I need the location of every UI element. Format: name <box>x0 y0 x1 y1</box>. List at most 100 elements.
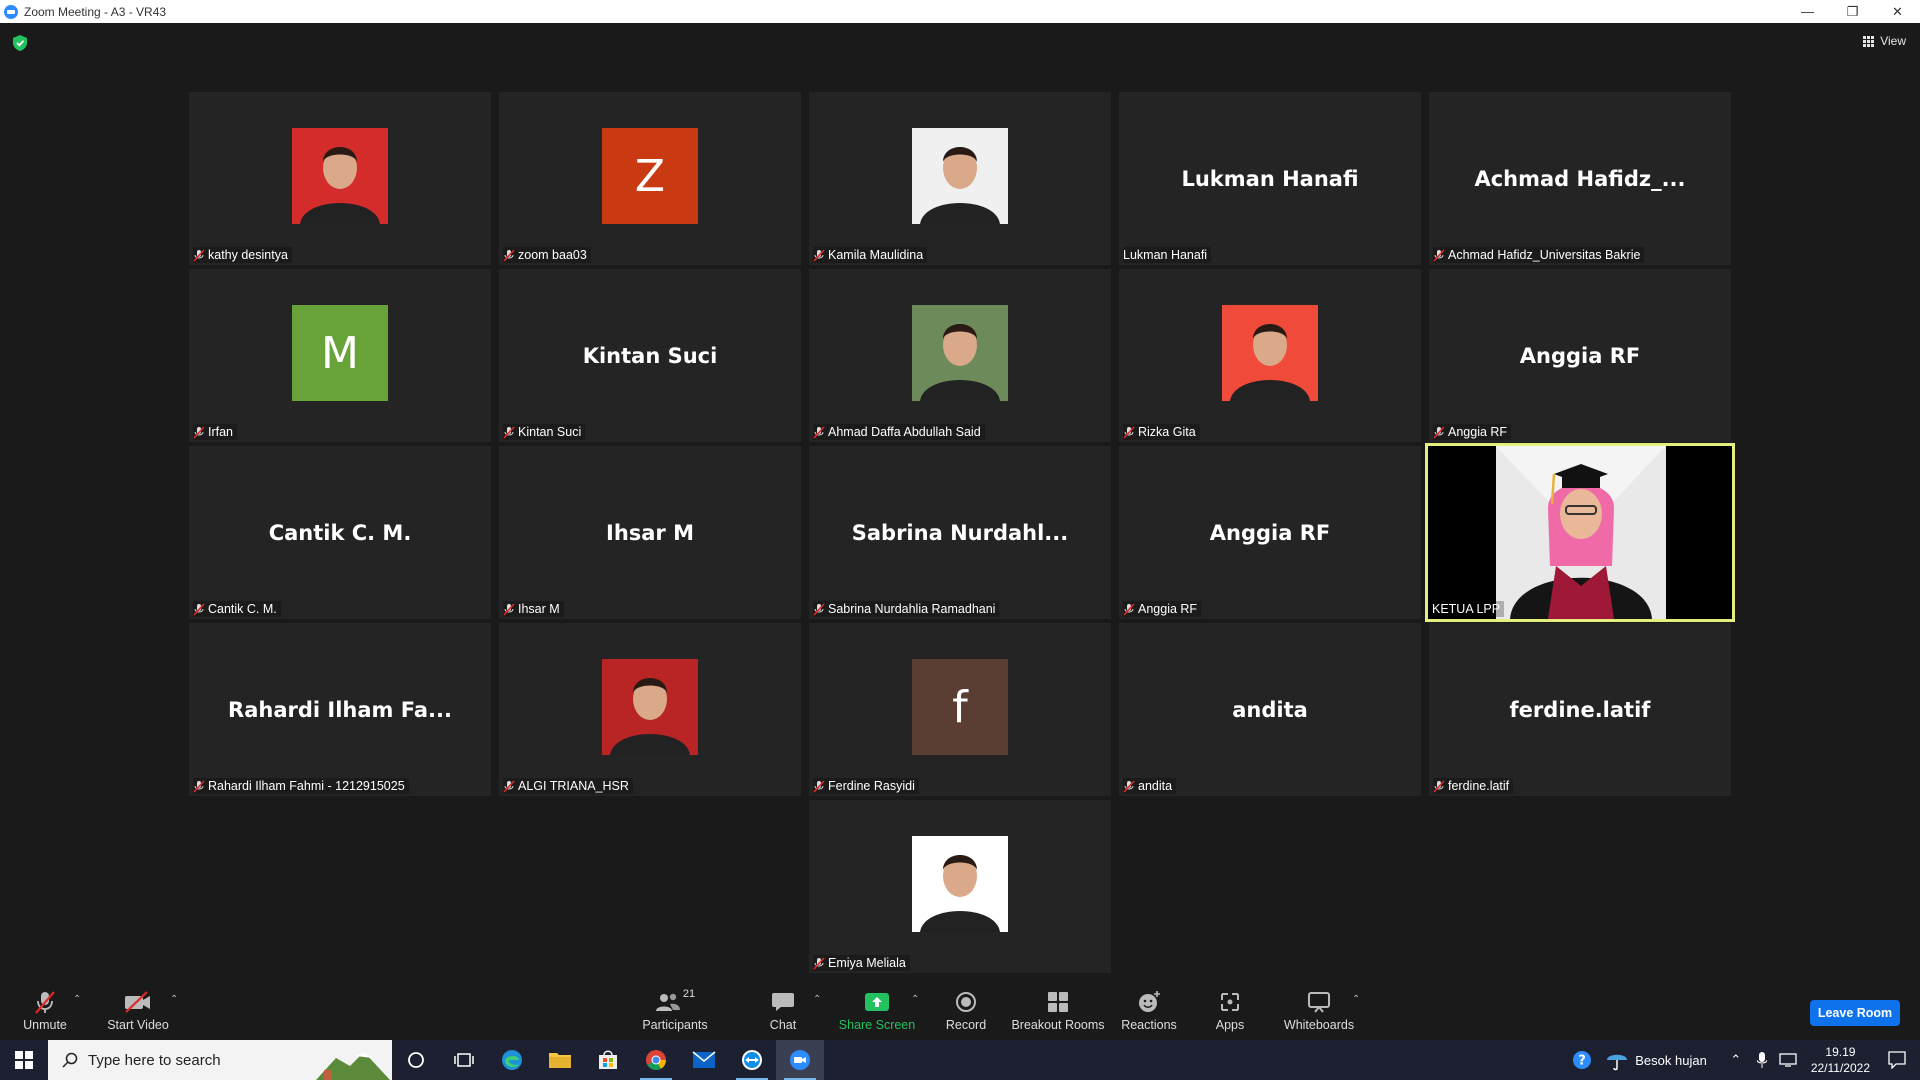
participants-button[interactable]: 21 Participants <box>642 988 708 1032</box>
participant-photo-avatar <box>912 836 1008 932</box>
start-button[interactable] <box>0 1040 48 1080</box>
breakout-rooms-button[interactable]: Breakout Rooms <box>1011 988 1105 1032</box>
unmute-button[interactable]: Unmute <box>22 988 68 1032</box>
participant-name: ferdine.latif <box>1448 779 1510 793</box>
participant-name-label: zoom baa03 <box>503 247 591 263</box>
record-button[interactable]: Record <box>946 988 986 1032</box>
clock-time: 19.19 <box>1825 1045 1856 1059</box>
participant-name: zoom baa03 <box>518 248 587 262</box>
participant-tile[interactable]: ferdine.latif ferdine.latif <box>1429 623 1731 796</box>
participant-photo-avatar <box>912 128 1008 224</box>
participant-tile[interactable]: M Irfan <box>189 269 491 442</box>
file-explorer-taskbar-button[interactable] <box>536 1040 584 1080</box>
participant-tile[interactable]: Lukman Hanafi Lukman Hanafi <box>1119 92 1421 265</box>
mic-muted-icon <box>1433 425 1445 439</box>
participant-tile[interactable]: Zzoom baa03 <box>499 92 801 265</box>
mic-muted-icon <box>813 248 825 262</box>
teamviewer-taskbar-button[interactable] <box>728 1040 776 1080</box>
participant-letter-avatar: Z <box>602 128 698 224</box>
weather-text: Besok hujan <box>1635 1052 1707 1068</box>
maximize-button[interactable]: ❐ <box>1830 0 1875 23</box>
start-video-button[interactable]: Start Video <box>107 988 169 1032</box>
participant-name: Rahardi Ilham Fahmi - 1212915025 <box>208 779 405 793</box>
participant-tile[interactable]: Cantik C. M. Cantik C. M. <box>189 446 491 619</box>
search-icon <box>62 1052 78 1068</box>
zoom-taskbar-button[interactable] <box>776 1040 824 1080</box>
participant-tile[interactable]: Ahmad Daffa Abdullah Said <box>809 269 1111 442</box>
chat-button[interactable]: Chat <box>768 988 798 1032</box>
chat-bubble-icon <box>771 988 795 1016</box>
participant-tile[interactable]: Kintan Suci Kintan Suci <box>499 269 801 442</box>
participant-photo-avatar <box>602 659 698 755</box>
network-icon[interactable] <box>1777 1053 1799 1067</box>
file-explorer-icon <box>549 1053 571 1068</box>
participant-name-label: Kamila Maulidina <box>813 247 928 263</box>
share-options-chevron-icon[interactable]: ⌃ <box>911 994 919 1005</box>
participant-tile[interactable]: Kamila Maulidina <box>809 92 1111 265</box>
minimize-button[interactable]: — <box>1785 0 1830 23</box>
taskbar-clock[interactable]: 19.19 22/11/2022 <box>1811 1044 1870 1076</box>
video-options-chevron-icon[interactable]: ⌃ <box>170 994 178 1005</box>
participants-icon <box>655 993 680 1011</box>
edge-taskbar-button[interactable] <box>488 1040 536 1080</box>
participant-name-label: ferdine.latif <box>1433 778 1514 794</box>
participant-tile[interactable]: Anggia RF Anggia RF <box>1119 446 1421 619</box>
whiteboards-button[interactable]: Whiteboards <box>1284 988 1354 1032</box>
participant-tile[interactable]: Rizka Gita <box>1119 269 1421 442</box>
reactions-button[interactable]: Reactions <box>1121 988 1177 1032</box>
participant-display-name: andita <box>1232 697 1308 722</box>
edge-icon <box>502 1050 522 1070</box>
participant-name: andita <box>1138 779 1173 793</box>
video-off-icon <box>123 988 153 1016</box>
participant-name-label: Kintan Suci <box>503 424 586 440</box>
participant-display-name: Cantik C. M. <box>268 520 412 545</box>
participant-tile[interactable]: kathy desintya <box>189 92 491 265</box>
share-screen-button[interactable]: Share Screen <box>839 988 915 1032</box>
store-taskbar-button[interactable] <box>584 1040 632 1080</box>
mic-muted-icon <box>1123 425 1135 439</box>
view-button[interactable]: View <box>1863 34 1906 48</box>
participant-tile[interactable]: Emiya Meliala <box>809 800 1111 973</box>
leave-room-button[interactable]: Leave Room <box>1810 1000 1900 1026</box>
mic-muted-icon <box>813 956 825 970</box>
participant-tile[interactable]: Rahardi Ilham Fa... Rahardi Ilham Fahmi -… <box>189 623 491 796</box>
participant-tile[interactable]: f Ferdine Rasyidi <box>809 623 1111 796</box>
mic-muted-icon <box>813 779 825 793</box>
participant-photo-avatar <box>292 128 388 224</box>
profile-photo-icon <box>920 147 1000 224</box>
whiteboards-options-chevron-icon[interactable]: ⌃ <box>1352 994 1360 1005</box>
participant-name-label: andita <box>1123 778 1177 794</box>
notifications-icon[interactable] <box>1886 1051 1908 1069</box>
title-bar: Zoom Meeting - A3 - VR43 — ❐ ✕ <box>0 0 1920 23</box>
help-icon[interactable]: ? <box>1571 1050 1593 1070</box>
task-view-button[interactable] <box>440 1040 488 1080</box>
participant-display-name: Sabrina Nurdahl... <box>851 520 1069 545</box>
cortana-button[interactable] <box>392 1040 440 1080</box>
microphone-tray-icon[interactable] <box>1751 1052 1773 1068</box>
chrome-taskbar-button[interactable] <box>632 1040 680 1080</box>
close-button[interactable]: ✕ <box>1875 0 1920 23</box>
profile-photo-icon <box>920 855 1000 932</box>
mic-muted-icon <box>503 602 515 616</box>
participant-tile[interactable]: ALGI TRIANA_HSR <box>499 623 801 796</box>
participant-tile[interactable]: Ihsar M Ihsar M <box>499 446 801 619</box>
apps-button[interactable]: Apps <box>1215 988 1245 1032</box>
chat-options-chevron-icon[interactable]: ⌃ <box>813 994 821 1005</box>
encryption-shield-icon[interactable] <box>13 35 27 51</box>
taskbar-search-box[interactable]: Type here to search <box>48 1040 392 1080</box>
participant-name: Cantik C. M. <box>208 602 277 616</box>
participant-tile[interactable]: Sabrina Nurdahl... Sabrina Nurdahlia Rama… <box>809 446 1111 619</box>
weather-widget[interactable]: Besok hujan <box>1605 1049 1707 1071</box>
participant-name-label: Ahmad Daffa Abdullah Said <box>813 424 985 440</box>
show-hidden-icons-chevron-icon[interactable]: ⌃ <box>1725 1052 1747 1068</box>
participant-tile[interactable]: andita andita <box>1119 623 1421 796</box>
participant-name-label: Anggia RF <box>1123 601 1202 617</box>
mail-taskbar-button[interactable] <box>680 1040 728 1080</box>
participant-name-label: kathy desintya <box>193 247 292 263</box>
cortana-icon <box>408 1052 424 1068</box>
audio-options-chevron-icon[interactable]: ⌃ <box>73 994 81 1005</box>
participant-tile[interactable]: Anggia RF Anggia RF <box>1429 269 1731 442</box>
participant-name-label: Lukman Hanafi <box>1123 247 1212 263</box>
participant-tile[interactable]: Achmad Hafidz_... Achmad Hafidz_Universit… <box>1429 92 1731 265</box>
participant-tile-active-speaker[interactable]: KETUA LPP <box>1425 443 1735 622</box>
